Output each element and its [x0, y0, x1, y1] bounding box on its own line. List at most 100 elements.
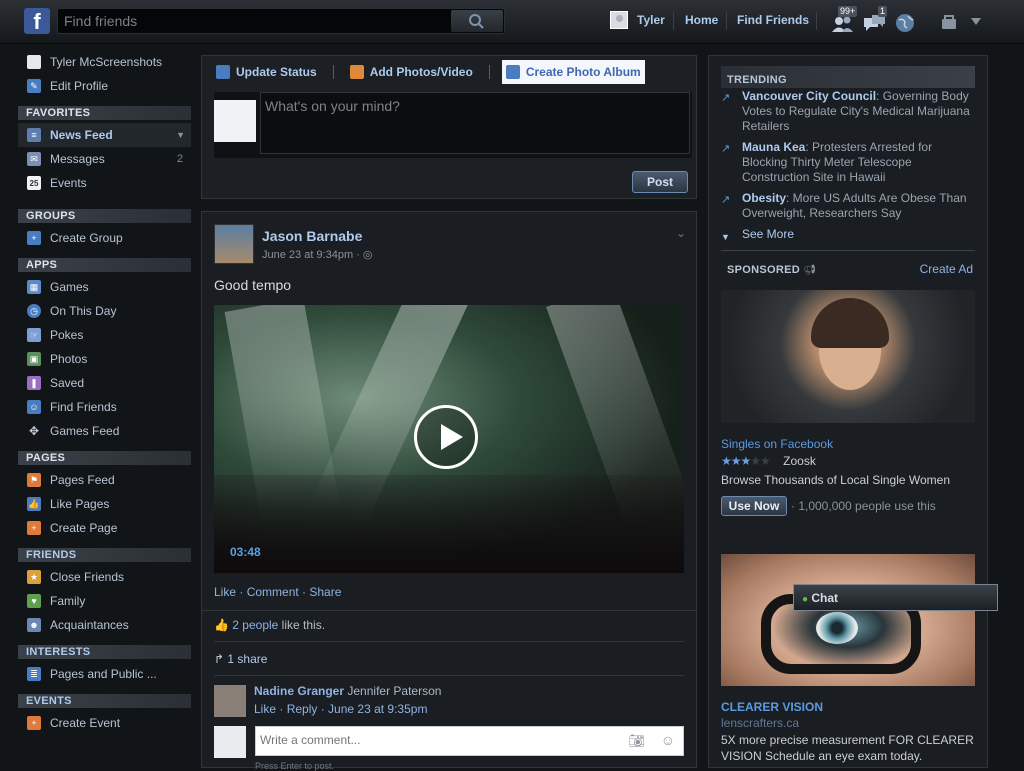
avatar[interactable]: [214, 224, 254, 264]
like-link[interactable]: Like: [214, 585, 236, 599]
comment-like-link[interactable]: Like: [254, 702, 276, 716]
sidebar-item-games[interactable]: ▦ Games: [18, 275, 191, 299]
sidebar-item-create-event[interactable]: + Create Event: [18, 711, 191, 735]
trending-icon: ↗: [721, 92, 731, 104]
share-link[interactable]: Share: [309, 585, 341, 599]
sidebar-item-saved[interactable]: ❚ Saved: [18, 371, 191, 395]
family-icon: ♥: [27, 594, 41, 608]
sidebar-item-pages-public[interactable]: ≣ Pages and Public ...: [18, 662, 191, 686]
privacy-shortcuts-icon[interactable]: [940, 13, 960, 33]
story-timestamp[interactable]: June 23 at 9:34pm · ◎: [262, 248, 373, 261]
divider: [726, 12, 727, 30]
sidebar-item-create-page[interactable]: + Create Page: [18, 516, 191, 540]
chevron-down-icon[interactable]: [968, 14, 984, 30]
find-friends-link[interactable]: Find Friends: [737, 13, 809, 27]
plus-icon: +: [27, 521, 41, 535]
ad-title[interactable]: CLEARER VISION: [721, 700, 823, 714]
thumbs-up-icon: 👍: [214, 618, 229, 632]
sidebar-item-photos[interactable]: ▣ Photos: [18, 347, 191, 371]
sidebar-item-label: Tyler McScreenshots: [50, 55, 163, 69]
search-input[interactable]: [64, 12, 444, 30]
ad-image[interactable]: [721, 554, 975, 686]
sidebar-item-label: Create Group: [50, 231, 123, 245]
shares-summary[interactable]: ↱ 1 share: [214, 652, 267, 666]
sidebar-item-on-this-day[interactable]: ◷ On This Day: [18, 299, 191, 323]
events-header[interactable]: EVENTS: [18, 694, 191, 708]
trending-header: TRENDING: [727, 74, 787, 86]
comment-time-link[interactable]: June 23 at 9:35pm: [328, 702, 427, 716]
facebook-logo[interactable]: f: [24, 8, 50, 34]
megaphone-icon: 📢︎: [803, 265, 817, 276]
sidebar-item-pages-feed[interactable]: ⚑ Pages Feed: [18, 468, 191, 492]
sidebar-item-label: Games Feed: [50, 424, 120, 438]
chevron-down-icon[interactable]: ⌄: [676, 226, 686, 240]
sidebar-item-label: News Feed: [50, 128, 113, 142]
see-more-label: See More: [742, 227, 795, 241]
sidebar-item-label: Acquaintances: [50, 618, 129, 632]
sidebar-item-family[interactable]: ♥ Family: [18, 589, 191, 613]
likers-link[interactable]: 2 people: [232, 618, 278, 632]
trend-item[interactable]: ↗ Vancouver City Council: Governing Body…: [721, 89, 971, 134]
sidebar-item-profile[interactable]: Tyler McScreenshots: [18, 50, 191, 74]
groups-header[interactable]: GROUPS: [18, 209, 191, 223]
tab-update-status[interactable]: Update Status: [212, 60, 321, 84]
friends-header[interactable]: FRIENDS: [18, 548, 191, 562]
emoji-icon[interactable]: ☺: [661, 732, 675, 748]
search-button[interactable]: [451, 10, 503, 32]
avatar: [610, 11, 628, 29]
sidebar-item-create-group[interactable]: + Create Group: [18, 226, 191, 250]
messages-count: 2: [176, 153, 183, 165]
likes-summary: 👍 2 people like this.: [214, 618, 325, 632]
plus-icon: +: [27, 231, 41, 245]
sidebar-item-acquaintances[interactable]: ☻ Acquaintances: [18, 613, 191, 637]
chat-bar[interactable]: ● Chat: [793, 584, 998, 611]
chevron-down-icon[interactable]: ▼: [176, 130, 185, 140]
friends-icon: ☺: [27, 400, 41, 414]
divider: [816, 12, 817, 30]
composer-area: What's on your mind?: [214, 92, 692, 158]
sidebar-item-label: Family: [50, 594, 86, 608]
messages-badge: 1: [878, 6, 888, 17]
comment-body: Nadine Granger Jennifer Paterson: [254, 684, 441, 698]
tab-label: Create Photo Album: [525, 65, 641, 79]
post-button[interactable]: Post: [632, 171, 688, 193]
sidebar-item-find-friends[interactable]: ☺ Find Friends: [18, 395, 191, 419]
story-author[interactable]: Jason Barnabe: [262, 228, 362, 244]
comment-author[interactable]: Nadine Granger: [254, 684, 344, 698]
avatar[interactable]: [214, 685, 246, 717]
ad-title[interactable]: Singles on Facebook: [721, 437, 833, 451]
use-now-button[interactable]: Use Now: [721, 496, 787, 516]
tab-add-photos[interactable]: Add Photos/Video: [346, 60, 477, 84]
home-link[interactable]: Home: [685, 13, 718, 27]
sidebar-item-pokes[interactable]: ☞ Pokes: [18, 323, 191, 347]
trend-item[interactable]: ↗ Obesity: More US Adults Are Obese Than…: [721, 191, 971, 221]
comment-link[interactable]: Comment: [247, 585, 299, 599]
apps-header: APPS: [18, 258, 191, 272]
comment-reply-link[interactable]: Reply: [287, 702, 318, 716]
sidebar-item-events[interactable]: 25 Events: [18, 171, 191, 195]
sidebar-item-like-pages[interactable]: 👍 Like Pages: [18, 492, 191, 516]
create-ad-link[interactable]: Create Ad: [920, 262, 973, 276]
sidebar-item-games-feed[interactable]: ✥ Games Feed: [18, 419, 191, 443]
ad-image[interactable]: [721, 290, 975, 423]
play-button[interactable]: [414, 405, 478, 469]
tab-create-album[interactable]: Create Photo Album: [501, 60, 645, 84]
sidebar-item-news-feed[interactable]: ≡ News Feed ▼: [18, 123, 191, 147]
video-player[interactable]: 03:48: [214, 305, 684, 573]
user-name: Tyler: [637, 13, 665, 27]
status-input[interactable]: What's on your mind?: [260, 92, 690, 154]
pencil-icon: [216, 65, 230, 79]
profile-link[interactable]: Tyler: [610, 11, 665, 29]
likes-suffix: like this.: [278, 618, 326, 632]
camera-icon[interactable]: 📷︎: [628, 733, 645, 749]
sidebar-item-close-friends[interactable]: ★ Close Friends: [18, 565, 191, 589]
interests-header[interactable]: INTERESTS: [18, 645, 191, 659]
globe-icon[interactable]: [894, 12, 916, 34]
avatar: [214, 100, 256, 142]
bookmark-icon: ❚: [27, 376, 41, 390]
sidebar-item-edit-profile[interactable]: ✎ Edit Profile: [18, 74, 191, 98]
trend-item[interactable]: ↗ Mauna Kea: Protesters Arrested for Blo…: [721, 140, 971, 185]
see-more-link[interactable]: ▼ See More: [721, 227, 971, 242]
comment-input[interactable]: [260, 733, 600, 747]
sidebar-item-messages[interactable]: ✉ Messages 2: [18, 147, 191, 171]
